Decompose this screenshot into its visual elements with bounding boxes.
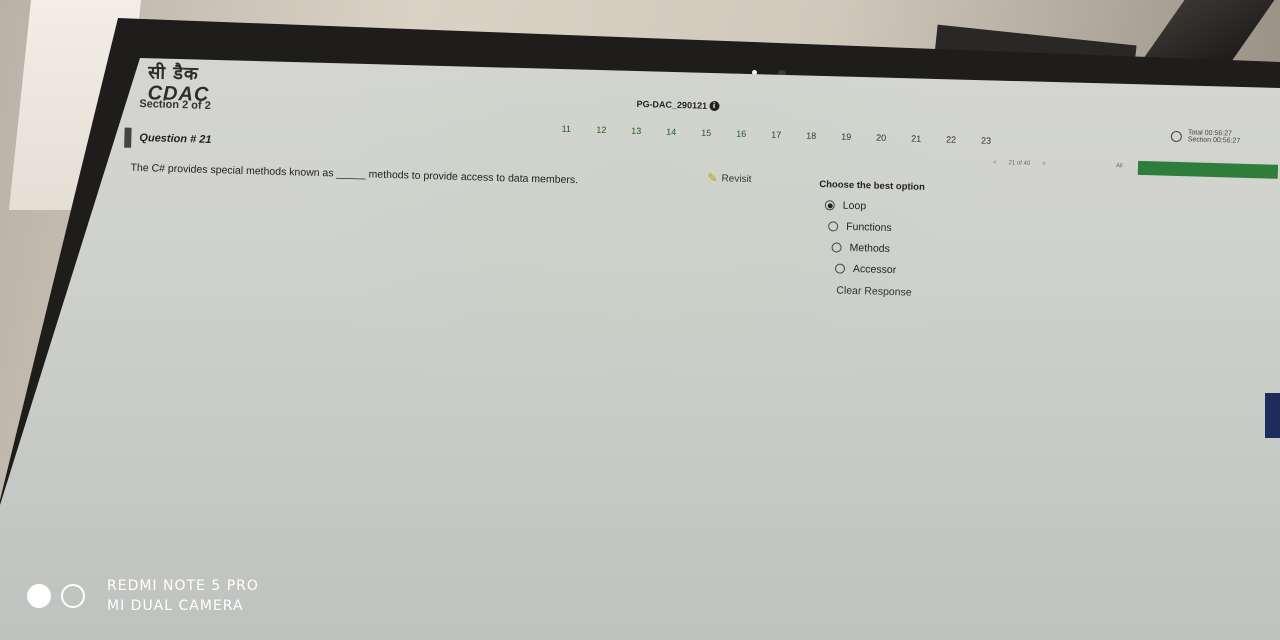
question-pager: < 21 of 40 > (993, 160, 1046, 167)
answered-progress-bar (1137, 160, 1279, 179)
question-navigator: 11 12 13 14 15 16 17 18 19 20 21 22 23 (549, 123, 1004, 146)
question-nav-item[interactable]: 22 (934, 134, 969, 145)
question-nav-item[interactable]: 12 (584, 124, 619, 135)
option-methods[interactable]: Methods (831, 241, 890, 255)
watermark-ring-icon (61, 584, 85, 608)
option-label: Methods (849, 241, 891, 256)
option-label: Loop (842, 199, 867, 213)
radio-button-selected[interactable] (824, 200, 835, 211)
question-nav-item[interactable]: 11 (549, 123, 584, 134)
question-title: Question # 21 (139, 132, 212, 147)
timer-section: Section 00:56:27 (1187, 136, 1241, 145)
edit-check-icon: ✎ (707, 170, 718, 186)
question-nav-item-current[interactable]: 21 (899, 133, 934, 144)
radio-button[interactable] (831, 242, 842, 253)
question-header: Question # 21 (124, 127, 212, 150)
question-nav-item[interactable]: 20 (864, 132, 899, 143)
question-text: The C# provides special methods known as… (130, 161, 579, 187)
question-nav-item[interactable]: 14 (654, 126, 689, 137)
question-nav-item[interactable]: 18 (794, 130, 829, 141)
clear-response-button[interactable]: Clear Response (836, 285, 912, 299)
question-nav-item[interactable]: 16 (724, 128, 759, 139)
option-loop[interactable]: Loop (824, 199, 867, 213)
section-indicator: Section 2 of 2 (139, 97, 212, 112)
option-label: Accessor (852, 262, 897, 277)
watermark-circle-icon (27, 584, 51, 608)
question-nav-item[interactable]: 15 (689, 127, 724, 138)
camera-watermark: REDMI NOTE 5 PRO MI DUAL CAMERA (27, 576, 259, 616)
filter-all-label[interactable]: All (1116, 163, 1123, 169)
revisit-label: Revisit (721, 172, 752, 185)
option-accessor[interactable]: Accessor (834, 262, 897, 277)
watermark-line1: REDMI NOTE 5 PRO (107, 578, 259, 594)
exam-code[interactable]: PG-DAC_290121 i (636, 98, 720, 112)
question-nav-item[interactable]: 19 (829, 131, 864, 142)
laptop-screen: सी डैक CDAC Section 2 of 2 PG-DAC_290121… (0, 58, 1280, 640)
screen-edge-element (1265, 393, 1280, 438)
clock-icon (1170, 130, 1182, 143)
radio-button[interactable] (828, 221, 839, 232)
pager-prev-button[interactable]: < (993, 160, 997, 166)
pager-next-button[interactable]: > (1042, 161, 1046, 167)
option-label: Functions (846, 220, 892, 235)
info-icon[interactable]: i (708, 100, 720, 112)
option-functions[interactable]: Functions (828, 220, 892, 234)
radio-button[interactable] (834, 263, 846, 274)
exam-app: सी डैक CDAC Section 2 of 2 PG-DAC_290121… (0, 58, 1280, 640)
pager-label: 21 of 40 (1008, 160, 1031, 167)
revisit-button[interactable]: ✎ Revisit (707, 171, 751, 186)
question-nav-item[interactable]: 13 (619, 125, 654, 136)
exam-code-label: PG-DAC_290121 (636, 98, 708, 111)
question-nav-item[interactable]: 17 (759, 129, 794, 140)
photo-scene: सी डैक CDAC Section 2 of 2 PG-DAC_290121… (0, 0, 1280, 640)
question-marker (124, 127, 132, 148)
question-nav-item[interactable]: 23 (969, 135, 1004, 146)
watermark-line2: MI DUAL CAMERA (107, 598, 244, 614)
timer-panel: Total 00:56:27 Section 00:56:27 (1170, 129, 1241, 145)
answer-prompt: Choose the best option (819, 179, 926, 193)
